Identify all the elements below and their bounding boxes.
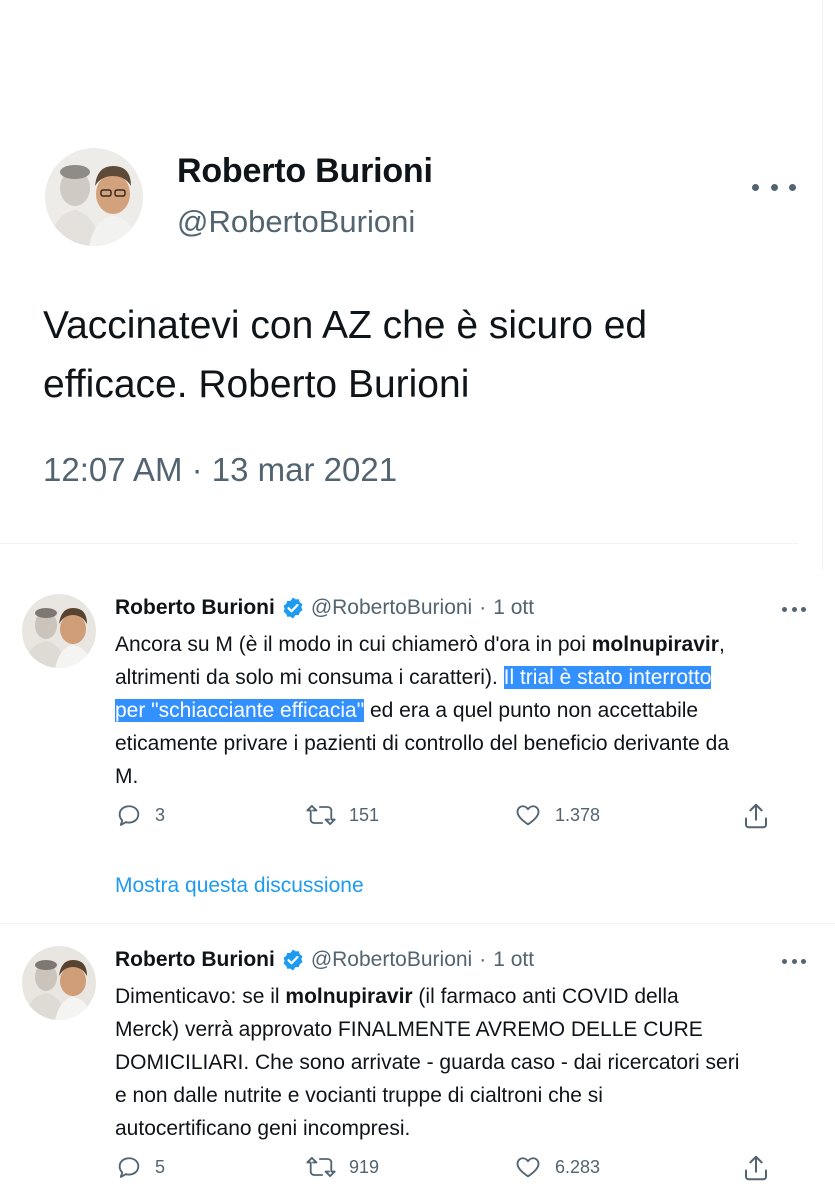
avatar[interactable] xyxy=(22,946,96,1020)
share-icon xyxy=(745,1155,767,1181)
verified-badge-icon xyxy=(283,949,303,971)
tweet-text: Dimenticavo: se il molnupiravir (il farm… xyxy=(115,980,815,1145)
separator-dot: · xyxy=(479,948,487,971)
tweet-text-line: eticamente privare i pazienti di control… xyxy=(115,732,730,755)
bold-text: molnupiravir xyxy=(285,985,413,1008)
author-name[interactable]: Roberto Burioni xyxy=(115,948,275,972)
like-count: 1.378 xyxy=(555,804,601,825)
reply-icon xyxy=(118,1157,140,1178)
timeline-tweet[interactable]: Roberto Burioni @RobertoBurioni · 1 ott … xyxy=(0,578,835,923)
share-button[interactable] xyxy=(741,801,771,831)
more-horizontal-icon[interactable] xyxy=(782,957,806,965)
bold-text: molnupiravir xyxy=(591,633,719,656)
heart-icon xyxy=(516,805,540,826)
tweet-text-line: efficace. Roberto Burioni xyxy=(43,363,470,406)
timeline-tweet[interactable]: Roberto Burioni @RobertoBurioni · 1 ott … xyxy=(0,930,835,1200)
dot xyxy=(801,958,806,964)
reply-count: 5 xyxy=(155,1156,166,1177)
tweet-header: Roberto Burioni @RobertoBurioni · 1 ott xyxy=(115,596,534,620)
verified-badge-icon xyxy=(283,597,303,619)
avatar-photo xyxy=(22,946,96,1020)
text-span: Dimenticavo: se il xyxy=(115,985,286,1008)
tweet-text-line: Dimenticavo: se il molnupiravir (il farm… xyxy=(115,980,815,1013)
author-name[interactable]: Roberto Burioni xyxy=(115,596,275,620)
like-button[interactable]: 6.283 xyxy=(513,1153,600,1181)
tweet-text-line: Merck) verrà approvato FINALMENTE AVREMO… xyxy=(115,1018,703,1041)
text-span: Ancora su M (è il modo in cui chiamerò d… xyxy=(115,633,592,656)
like-count: 6.283 xyxy=(555,1156,601,1177)
reply-button[interactable]: 3 xyxy=(115,801,165,829)
dot xyxy=(782,606,787,612)
divider xyxy=(0,543,798,544)
tweet-text: Vaccinatevi con AZ che è sicuro ed effic… xyxy=(43,296,803,414)
show-thread-link[interactable]: Mostra questa discussione xyxy=(115,874,364,898)
retweet-icon xyxy=(306,1156,336,1178)
text-span: , xyxy=(718,633,725,656)
retweet-button[interactable]: 919 xyxy=(305,1153,379,1181)
dot xyxy=(791,606,797,612)
dot xyxy=(789,183,796,191)
tweet-actions: 5 919 6.283 xyxy=(115,1153,775,1183)
separator-dot: · xyxy=(479,596,487,619)
tweet-date[interactable]: 1 ott xyxy=(493,948,534,972)
tweet-text-line: e non dalle nutrite e vocianti truppe di… xyxy=(115,1084,603,1107)
dot xyxy=(782,958,787,964)
text-span: ed era a quel punto non accettabile xyxy=(364,699,699,722)
heart-icon xyxy=(516,1157,540,1178)
selected-text: Il trial è stato interrotto xyxy=(503,666,712,689)
more-horizontal-icon[interactable] xyxy=(782,605,806,613)
avatar[interactable] xyxy=(22,594,96,668)
avatar-photo xyxy=(22,594,96,668)
like-button[interactable]: 1.378 xyxy=(513,801,600,829)
text-span: altrimenti da solo mi consuma i caratter… xyxy=(115,666,504,689)
avatar-photo xyxy=(45,148,143,246)
dot xyxy=(791,958,797,964)
tweet-text-line: per "schiacciante efficacia" ed era a qu… xyxy=(115,694,815,727)
tweet-text-line: autocertificano geni incompresi. xyxy=(115,1117,411,1140)
divider xyxy=(0,923,835,924)
more-horizontal-icon[interactable] xyxy=(752,172,796,202)
share-icon xyxy=(745,803,767,829)
tweet-text-line: M. xyxy=(115,765,139,788)
dot xyxy=(801,606,806,612)
author-handle[interactable]: @RobertoBurioni xyxy=(311,948,472,972)
tweet-timestamp[interactable]: 12:07 AM · 13 mar 2021 xyxy=(43,451,397,489)
retweet-count: 151 xyxy=(349,804,380,825)
avatar[interactable] xyxy=(45,148,143,246)
divider xyxy=(822,0,823,570)
main-tweet: Roberto Burioni @RobertoBurioni Vaccinat… xyxy=(0,0,835,570)
text-span: (il farmaco anti COVID della xyxy=(412,985,679,1008)
tweet-text-line: Vaccinatevi con AZ che è sicuro ed xyxy=(43,304,648,347)
tweet-text-line: Ancora su M (è il modo in cui chiamerò d… xyxy=(115,628,815,661)
retweet-button[interactable]: 151 xyxy=(305,801,379,829)
reply-count: 3 xyxy=(155,804,166,825)
author-handle[interactable]: @RobertoBurioni xyxy=(311,596,472,620)
selected-text: per "schiacciante efficacia" xyxy=(115,699,365,722)
author-name[interactable]: Roberto Burioni xyxy=(177,152,433,191)
tweet-date[interactable]: 1 ott xyxy=(493,596,534,620)
dot xyxy=(752,183,759,191)
author-handle[interactable]: @RobertoBurioni xyxy=(177,204,415,240)
tweet-text-line: altrimenti da solo mi consuma i caratter… xyxy=(115,661,815,694)
tweet-text: Ancora su M (è il modo in cui chiamerò d… xyxy=(115,628,815,793)
tweet-text-line: DOMICILIARI. Che sono arrivate - guarda … xyxy=(115,1051,740,1074)
share-button[interactable] xyxy=(741,1153,771,1183)
reply-icon xyxy=(118,805,140,826)
dot xyxy=(770,183,778,191)
retweet-count: 919 xyxy=(349,1156,380,1177)
tweet-header: Roberto Burioni @RobertoBurioni · 1 ott xyxy=(115,948,534,972)
retweet-icon xyxy=(306,804,336,826)
tweet-actions: 3 151 1.378 xyxy=(115,801,775,831)
reply-button[interactable]: 5 xyxy=(115,1153,165,1181)
